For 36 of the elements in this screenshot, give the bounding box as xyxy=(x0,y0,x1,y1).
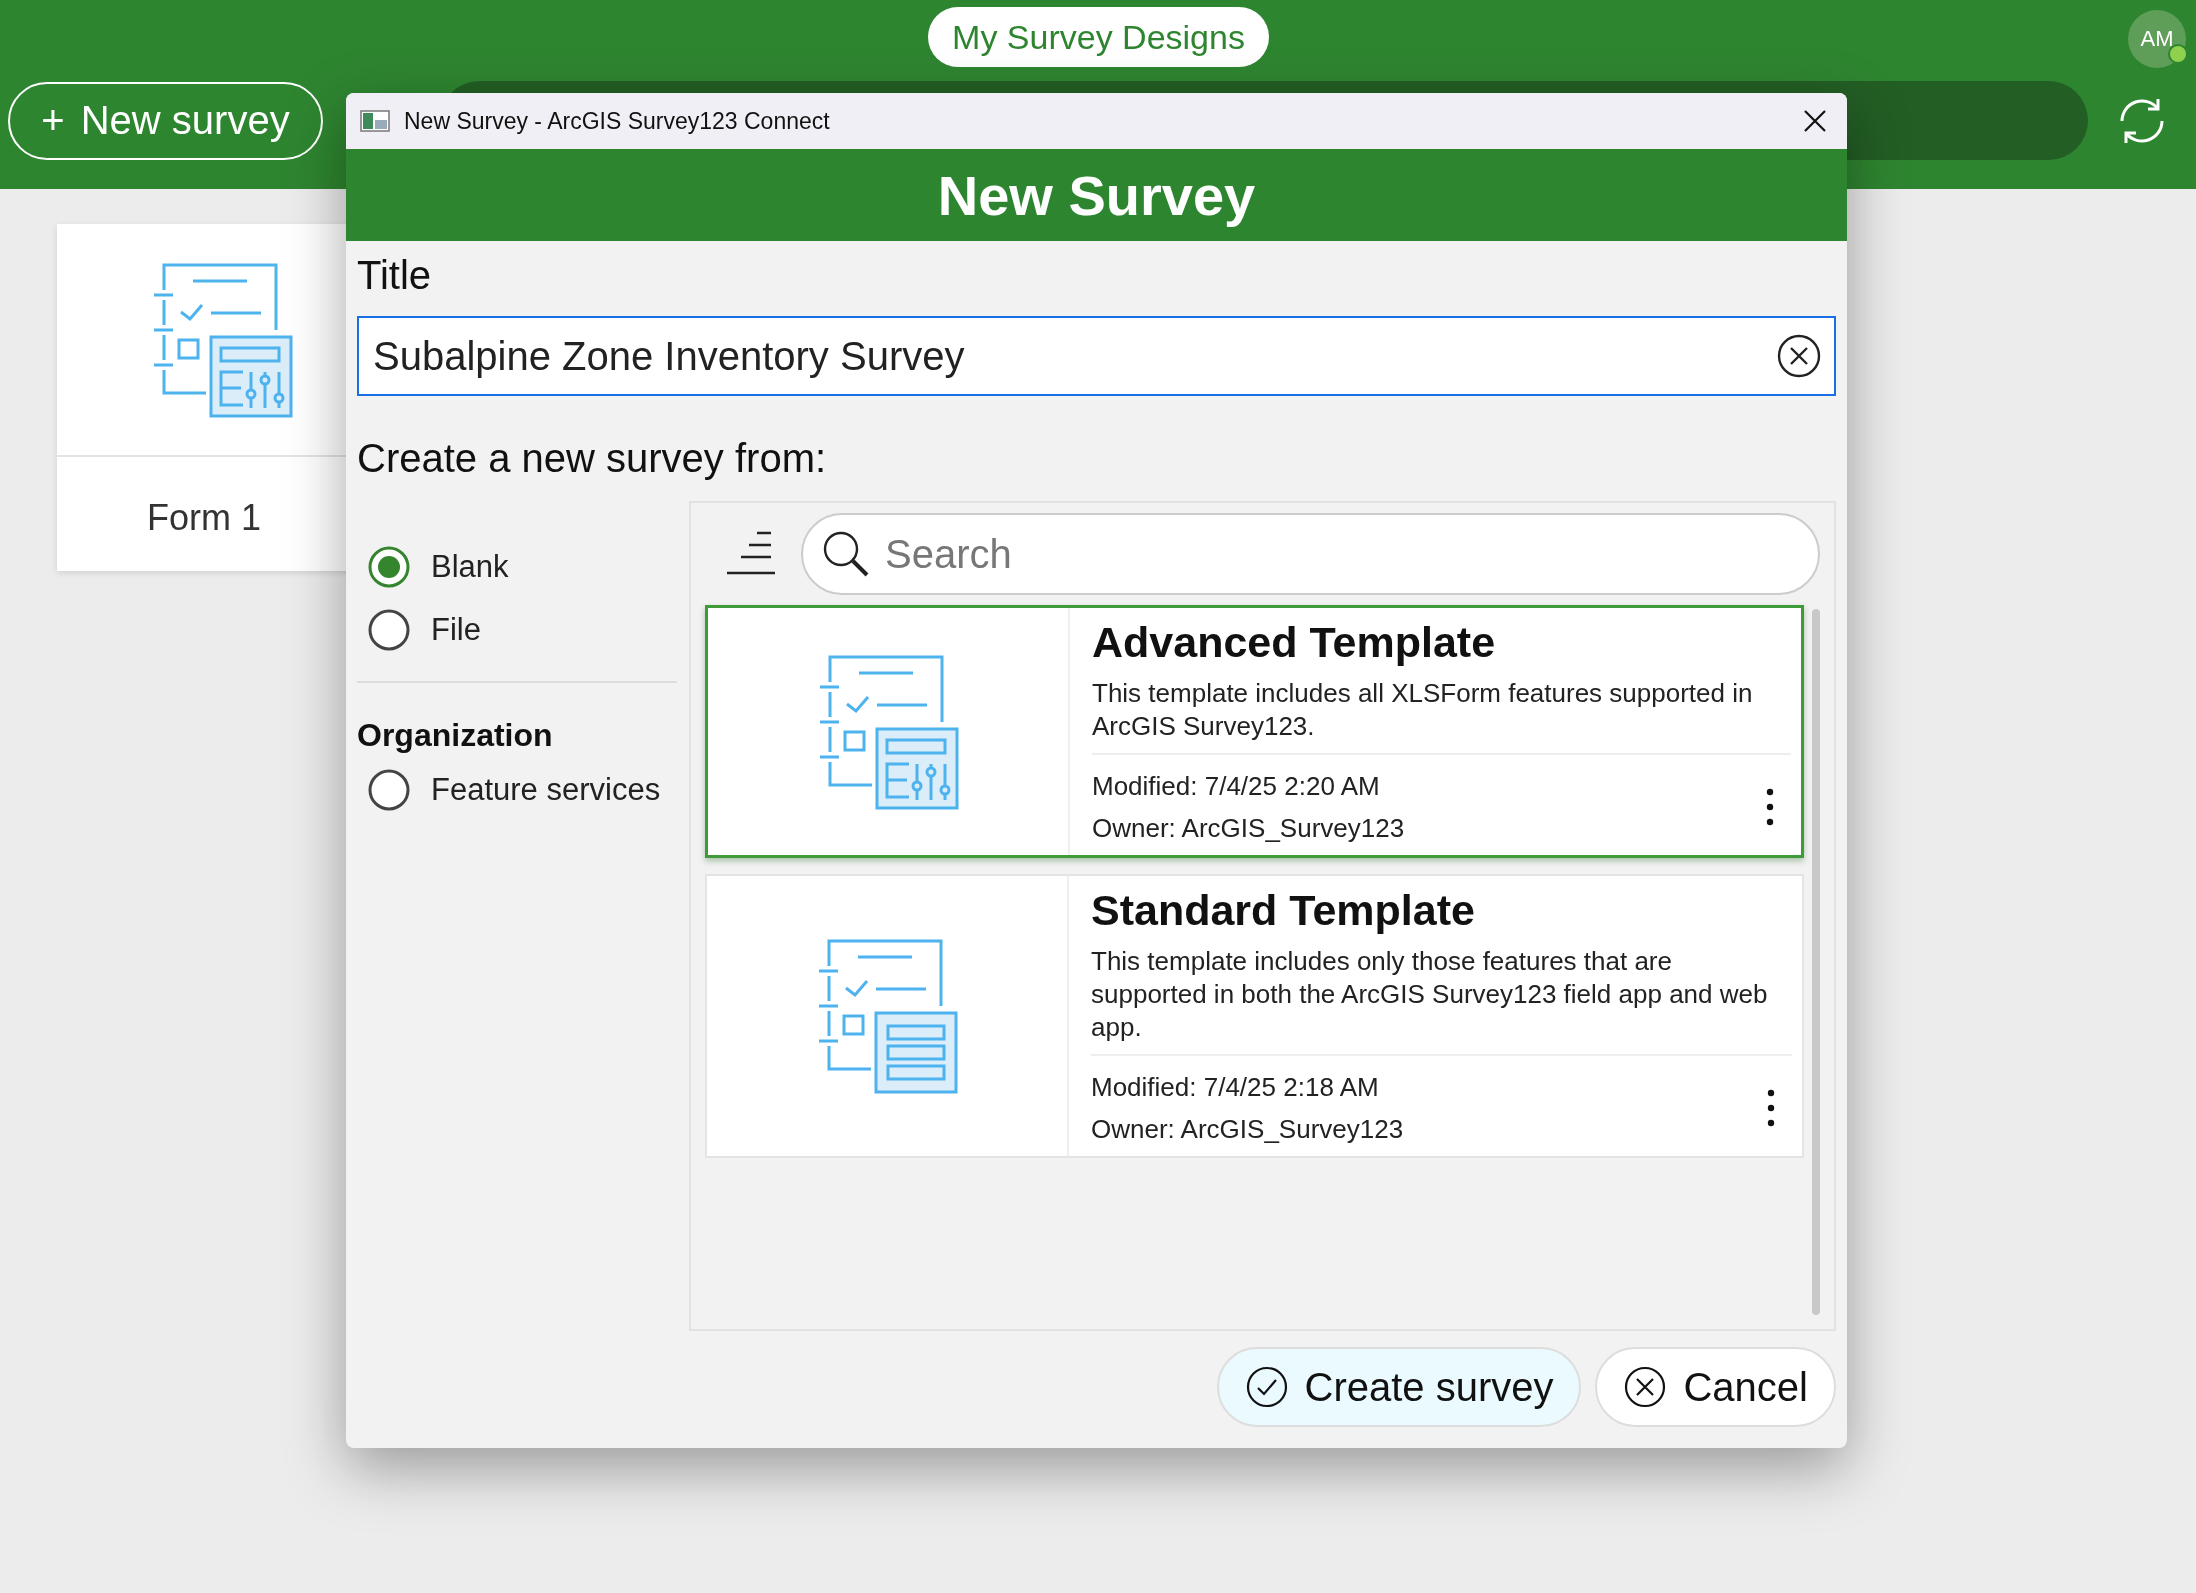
close-icon[interactable] xyxy=(1803,109,1827,133)
cancel-icon xyxy=(1623,1365,1668,1409)
title-field[interactable]: Subalpine Zone Inventory Survey xyxy=(357,316,1836,396)
template-description: This template includes only those features that are supported in both the ArcGIS Survey123 field app and web app. xyxy=(1091,945,1792,1056)
section-heading: Organization xyxy=(357,717,554,754)
owner-text: Owner: ArcGIS_Survey123 xyxy=(1092,812,1405,845)
dialog-header: New Survey xyxy=(346,149,1847,241)
radio-button[interactable] xyxy=(367,767,411,812)
template-card[interactable]: Standard Template This template includes only those features that are supported in both the ArcGIS Survey123 field app and web app. Modified: 7/4/25 2:18 AM Owner: ArcGIS_Survey123 xyxy=(705,874,1804,1158)
radio-option[interactable]: Feature services xyxy=(357,758,677,821)
title-label: Title xyxy=(357,252,433,299)
radio-button[interactable] xyxy=(367,544,411,589)
owner-text: Owner: ArcGIS_Survey123 xyxy=(1091,1113,1404,1146)
template-description: This template includes all XLSForm features supported in ArcGIS Survey123. xyxy=(1092,677,1791,755)
cancel-button[interactable]: Cancel xyxy=(1595,1347,1836,1427)
template-title: Advanced Template xyxy=(1092,618,1497,667)
radio-option[interactable]: File xyxy=(357,598,677,661)
more-icon[interactable] xyxy=(1766,1088,1776,1128)
modified-date: Modified: 7/4/25 2:18 AM xyxy=(1091,1071,1380,1104)
status-dot xyxy=(2168,44,2188,64)
check-circle-icon xyxy=(1244,1365,1289,1409)
template-title: Standard Template xyxy=(1091,886,1476,935)
new-survey-button[interactable]: + New survey xyxy=(8,81,323,160)
window-title: New Survey - ArcGIS Survey123 Connect xyxy=(404,107,831,135)
radio-button[interactable] xyxy=(367,607,411,652)
search-icon xyxy=(821,529,871,579)
form-title: Form 1 xyxy=(147,497,261,539)
modified-date: Modified: 7/4/25 2:20 AM xyxy=(1092,770,1381,803)
scrollbar[interactable] xyxy=(1812,609,1820,1315)
page-title[interactable]: My Survey Designs xyxy=(928,7,1269,67)
create-survey-button[interactable]: Create survey xyxy=(1216,1347,1582,1427)
clear-icon[interactable] xyxy=(1776,333,1822,379)
more-icon[interactable] xyxy=(1765,787,1775,827)
app-icon xyxy=(360,110,390,132)
template-card[interactable]: Advanced Template This template includes all XLSForm features supported in ArcGIS Survey123. Modified: 7/4/25 2:20 AM Owner: ArcGIS_Survey123 xyxy=(705,605,1804,858)
search-field[interactable]: Search xyxy=(801,513,1820,595)
